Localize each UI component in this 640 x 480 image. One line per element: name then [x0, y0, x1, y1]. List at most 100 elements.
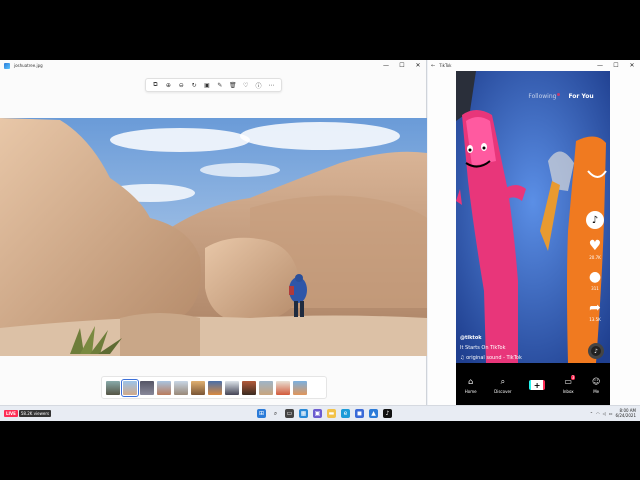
tiktok-video[interactable]: Following For You ♪ ♥ 20.7K ● 311 ➦ 13.5… — [456, 71, 610, 363]
photos-app-icon — [4, 62, 10, 69]
caption-text: It Starts On TikTok — [460, 345, 506, 351]
heart-icon: ♥ — [588, 238, 602, 254]
main-photo — [0, 118, 427, 356]
widgets-icon[interactable]: ▦ — [299, 409, 308, 418]
photos-window-title: joshuatree.jpg — [14, 63, 43, 68]
edge-icon[interactable]: e — [341, 409, 350, 418]
photos-titlebar: joshuatree.jpg — ☐ ✕ — [0, 60, 426, 71]
thumbnail[interactable] — [259, 380, 273, 395]
thumbnail[interactable] — [242, 380, 256, 395]
zoom-out-icon[interactable]: ⊖ — [177, 81, 185, 89]
start-icon[interactable]: ⊞ — [257, 409, 266, 418]
thumbnail[interactable] — [191, 380, 205, 395]
photos-window: joshuatree.jpg — ☐ ✕ ⧉ ⊕ ⊖ ↻ ▣ ✎ 🗑 ♡ ⓘ ⋯ — [0, 60, 427, 405]
bottom-nav: ⌂ Home ⌕ Discover + ▭ 3 Inbox ☺ Me — [456, 363, 610, 405]
close-button[interactable]: ✕ — [624, 60, 640, 71]
creator-handle[interactable]: @tiktok — [460, 333, 522, 343]
file-explorer-icon[interactable]: ▬ — [327, 409, 336, 418]
desert-landscape-image — [0, 118, 427, 356]
nav-discover[interactable]: ⌕ Discover — [494, 377, 511, 394]
search-icon[interactable]: ⌕ — [271, 409, 280, 418]
thumbnail-selected[interactable] — [121, 378, 139, 397]
live-label: LIVE — [4, 410, 18, 417]
nav-inbox-label: Inbox — [562, 388, 574, 394]
home-icon: ⌂ — [468, 377, 474, 386]
tiktok-titlebar: ← TikTok — ☐ ✕ — [428, 60, 640, 71]
live-dot-icon — [557, 93, 561, 96]
creator-avatar[interactable]: ♪ — [586, 211, 604, 229]
crop-icon[interactable]: ⧉ — [151, 81, 159, 89]
minimize-button[interactable]: — — [592, 60, 608, 71]
sound-name: original sound - TikTok — [466, 355, 522, 361]
nav-create[interactable]: + — [529, 380, 546, 390]
favorite-icon[interactable]: ♡ — [242, 81, 250, 89]
back-arrow-icon[interactable]: ← — [431, 63, 435, 69]
feed-tabs: Following For You — [498, 93, 610, 100]
thumbnail[interactable] — [157, 380, 171, 395]
nav-home[interactable]: ⌂ Home — [465, 377, 477, 394]
system-tray: ⌃ ◠ ◁ ▭ 8:00 AM 6/24/2021 — [590, 408, 636, 418]
maximize-button[interactable]: ☐ — [394, 60, 410, 71]
comment-count: 311 — [591, 286, 599, 291]
tiktok-taskbar-icon[interactable]: ♪ — [383, 409, 392, 418]
comment-action[interactable]: ● 311 — [589, 269, 601, 291]
share-count: 13.5K — [589, 317, 601, 322]
nav-me-label: Me — [593, 388, 600, 394]
taskbar: LIVE 58.2K viewers ⊞ ⌕ ▭ ▦ ▣ ▬ e ◼ ▲ ♪ ⌃… — [0, 405, 640, 421]
taskbar-apps: ⊞ ⌕ ▭ ▦ ▣ ▬ e ◼ ▲ ♪ — [257, 409, 392, 418]
share-action[interactable]: ➦ 13.5K — [589, 300, 601, 322]
viewer-count: 58.2K viewers — [18, 410, 52, 417]
task-view-icon[interactable]: ▭ — [285, 409, 294, 418]
tab-for-you[interactable]: For You — [568, 93, 593, 100]
chevron-up-icon[interactable]: ⌃ — [590, 411, 593, 416]
minimize-button[interactable]: — — [378, 60, 394, 71]
more-icon[interactable]: ⋯ — [267, 81, 275, 89]
profile-icon: ☺ — [592, 377, 601, 386]
thumbnail[interactable] — [208, 380, 222, 395]
filmstrip — [101, 376, 327, 399]
tiktok-window-controls: — ☐ ✕ — [592, 60, 640, 71]
nav-inbox[interactable]: ▭ 3 Inbox — [562, 374, 576, 394]
thumbnail[interactable] — [174, 380, 188, 395]
desktop-screen: joshuatree.jpg — ☐ ✕ ⧉ ⊕ ⊖ ↻ ▣ ✎ 🗑 ♡ ⓘ ⋯ — [0, 60, 640, 421]
action-column: ♪ ♥ 20.7K ● 311 ➦ 13.5K — [586, 211, 604, 322]
volume-icon[interactable]: ◁ — [603, 411, 606, 416]
live-viewers-badge: LIVE 58.2K viewers — [4, 410, 52, 417]
like-action[interactable]: ♥ 20.7K — [589, 238, 602, 260]
tiktok-window-title: TikTok — [439, 63, 452, 68]
nav-home-label: Home — [464, 388, 477, 394]
edit-icon[interactable]: ▣ — [203, 81, 211, 89]
battery-icon[interactable]: ▭ — [609, 411, 613, 416]
photo-toolbar: ⧉ ⊕ ⊖ ↻ ▣ ✎ 🗑 ♡ ⓘ ⋯ — [145, 78, 282, 92]
wifi-icon[interactable]: ◠ — [596, 411, 600, 416]
comment-icon: ● — [588, 269, 602, 285]
search-icon: ⌕ — [500, 376, 506, 386]
store-icon[interactable]: ◼ — [355, 409, 364, 418]
close-button[interactable]: ✕ — [410, 60, 426, 71]
tiktok-window: ← TikTok — ☐ ✕ Following For You ♪ ♥ 20.… — [428, 60, 640, 405]
clock[interactable]: 8:00 AM 6/24/2021 — [615, 408, 636, 418]
inbox-badge: 3 — [570, 374, 576, 380]
thumbnail[interactable] — [276, 380, 290, 395]
draw-icon[interactable]: ✎ — [216, 81, 224, 89]
tab-following[interactable]: Following — [528, 93, 561, 100]
thumbnail[interactable] — [293, 380, 307, 395]
nav-me[interactable]: ☺ Me — [591, 377, 601, 394]
maximize-button[interactable]: ☐ — [608, 60, 624, 71]
photos-taskbar-icon[interactable]: ▲ — [369, 409, 378, 418]
like-count: 20.7K — [589, 255, 601, 260]
music-disc-icon[interactable]: ♪ — [588, 343, 604, 359]
share-icon: ➦ — [589, 300, 601, 316]
zoom-in-icon[interactable]: ⊕ — [164, 81, 172, 89]
rotate-icon[interactable]: ↻ — [190, 81, 198, 89]
sound-row[interactable]: ♫ original sound - TikTok — [460, 353, 522, 363]
nav-discover-label: Discover — [494, 388, 512, 394]
chat-icon[interactable]: ▣ — [313, 409, 322, 418]
photos-window-controls: — ☐ ✕ — [378, 60, 426, 71]
thumbnail[interactable] — [106, 380, 120, 395]
info-icon[interactable]: ⓘ — [255, 81, 263, 90]
thumbnail[interactable] — [140, 380, 154, 395]
video-caption: @tiktok It Starts On TikTok ♫ original s… — [460, 333, 522, 363]
delete-icon[interactable]: 🗑 — [229, 81, 237, 89]
thumbnail[interactable] — [225, 380, 239, 395]
